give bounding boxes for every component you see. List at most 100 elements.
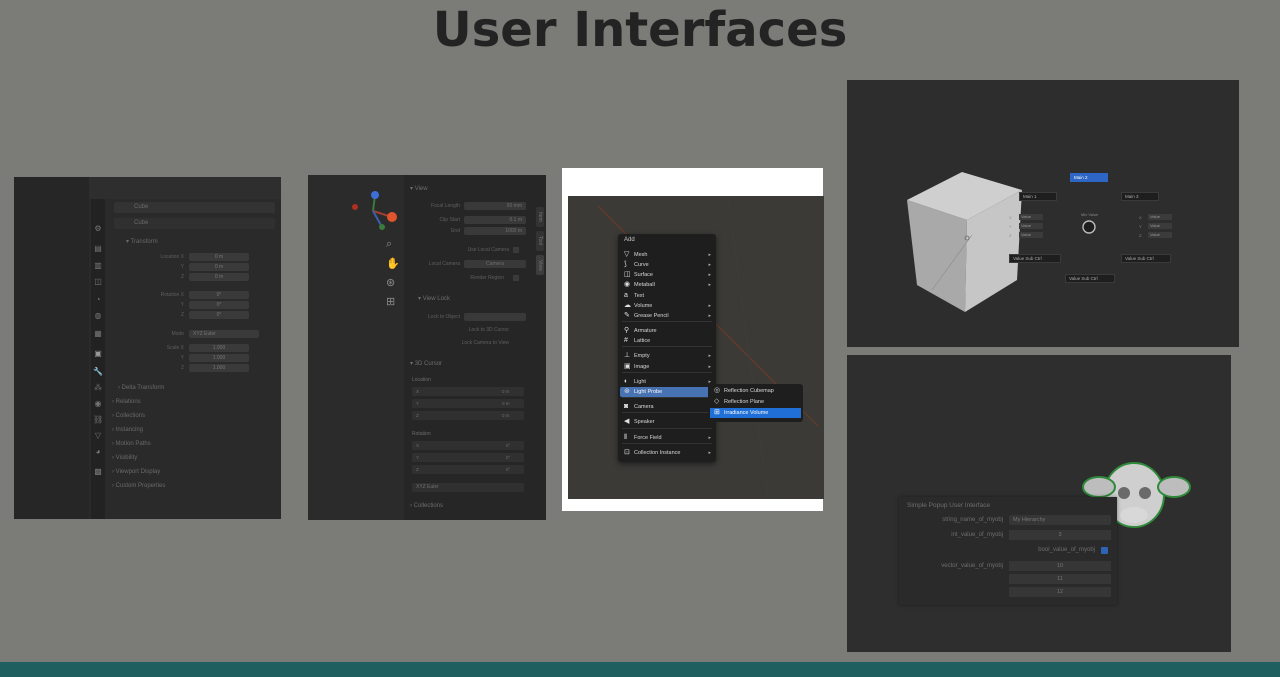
menu-item-metaball[interactable]: ◉ Metaball ▸: [620, 280, 714, 290]
menu-item-empty[interactable]: ⊥ Empty ▸: [620, 351, 714, 361]
location-y-field[interactable]: 0 m: [189, 263, 249, 271]
tab-tool[interactable]: Tool: [536, 231, 544, 251]
string-field[interactable]: My Hierarchy: [1009, 515, 1111, 525]
rotation-mode-select[interactable]: XYZ Euler: [189, 330, 259, 338]
bool-checkbox[interactable]: [1101, 547, 1108, 554]
rotation-x-field[interactable]: 0°: [189, 291, 249, 299]
cursor-rotation-mode-select[interactable]: XYZ Euler: [412, 483, 524, 492]
viewport-display-section[interactable]: › Viewport Display: [112, 469, 160, 475]
submenu-item-label: Irradiance Volume: [724, 410, 769, 416]
tab-item[interactable]: Item: [536, 207, 544, 227]
node-bottom-right[interactable]: Value Sub Ctrl: [1121, 254, 1171, 263]
menu-item-label: Light Probe: [634, 389, 663, 395]
view-lock-section[interactable]: ▾ View Lock: [418, 295, 450, 302]
vector-y-field[interactable]: 11: [1009, 574, 1111, 584]
local-camera-field[interactable]: Camera: [464, 260, 526, 268]
particles-tab-icon[interactable]: ⁂: [93, 383, 103, 392]
clip-end-field[interactable]: 1000 m: [464, 227, 526, 235]
collections-section[interactable]: › Collections: [410, 503, 443, 509]
relations-section[interactable]: › Relations: [112, 399, 141, 405]
data-tab-icon[interactable]: ▽: [93, 431, 103, 440]
submenu-item-reflection-cubemap[interactable]: ◎ Reflection Cubemap: [710, 386, 801, 396]
menu-item-light[interactable]: ◐ Light ▸: [620, 377, 714, 387]
rotation-y-field[interactable]: 0°: [189, 301, 249, 309]
use-local-camera-checkbox[interactable]: [513, 247, 519, 253]
menu-item-camera[interactable]: ◙ Camera: [620, 402, 714, 412]
irradiance-icon: ⊞: [714, 409, 720, 416]
node-main-2[interactable]: Main 2: [1070, 173, 1108, 182]
transform-section[interactable]: ▾ Transform: [126, 238, 158, 245]
mix-value-knob[interactable]: [1081, 219, 1097, 235]
view-layer-tab-icon[interactable]: ◫: [93, 277, 103, 286]
submenu-item-reflection-plane[interactable]: ◇ Reflection Plane: [710, 397, 801, 407]
menu-item-volume[interactable]: ☁ Volume ▸: [620, 301, 714, 311]
delta-transform-section[interactable]: › Delta Transform: [118, 385, 164, 391]
menu-item-text[interactable]: a Text: [620, 291, 714, 301]
submenu-item-label: Reflection Plane: [724, 399, 765, 405]
collection-tab-icon[interactable]: ▦: [93, 329, 103, 338]
modifier-tab-icon[interactable]: 🔧: [93, 367, 103, 376]
menu-item-speaker[interactable]: ◀ Speaker: [620, 417, 714, 427]
tab-view[interactable]: View: [536, 255, 544, 275]
menu-item-light-probe[interactable]: ⊛Light Probe▸: [620, 387, 714, 397]
render-region-checkbox[interactable]: [513, 275, 519, 281]
node-main-1[interactable]: Main 1: [1019, 192, 1057, 201]
right-value-z[interactable]: Value: [1148, 232, 1172, 238]
menu-item-force-field[interactable]: ⦀ Force Field ▸: [620, 433, 714, 443]
navigation-gizmo[interactable]: [348, 189, 398, 234]
3d-cursor-section[interactable]: ▾ 3D Cursor: [410, 360, 442, 367]
node-main-3[interactable]: Main 3: [1121, 192, 1159, 201]
object-tab-icon[interactable]: ▣: [93, 349, 103, 358]
camera-view-icon[interactable]: ⊛: [386, 276, 395, 289]
visibility-section[interactable]: › Visibility: [112, 455, 137, 461]
menu-item-armature[interactable]: ⚲ Armature: [620, 326, 714, 336]
constraints-tab-icon[interactable]: ⛓: [93, 415, 103, 424]
menu-item-curve[interactable]: ⟆ Curve ▸: [620, 260, 714, 270]
render-tab-icon[interactable]: ▤: [93, 244, 103, 253]
view-section[interactable]: ▾ View: [410, 185, 428, 192]
world-tab-icon[interactable]: ◍: [93, 311, 103, 320]
submenu-item-irradiance-volume[interactable]: ⊞ Irradiance Volume: [710, 408, 801, 418]
object-name-field[interactable]: Cube: [114, 202, 275, 213]
location-x-field[interactable]: 0 m: [189, 253, 249, 261]
left-value-x[interactable]: Value: [1019, 214, 1043, 220]
submenu-arrow-icon: ▸: [708, 353, 711, 359]
vector-x-field[interactable]: 10: [1009, 561, 1111, 571]
node-bottom-left[interactable]: Value Sub Ctrl: [1009, 254, 1061, 263]
int-field[interactable]: 3: [1009, 530, 1111, 540]
texture-tab-icon[interactable]: ▩: [93, 467, 103, 476]
left-value-y[interactable]: Value: [1019, 223, 1043, 229]
right-value-y[interactable]: Value: [1148, 223, 1172, 229]
output-tab-icon[interactable]: ▥: [93, 261, 103, 270]
lock-to-object-field[interactable]: [464, 313, 526, 321]
object-data-field[interactable]: Cube: [114, 218, 275, 229]
vector-z-field[interactable]: 12: [1009, 587, 1111, 597]
left-value-z[interactable]: Value: [1019, 232, 1043, 238]
focal-length-field[interactable]: 50 mm: [464, 202, 526, 210]
menu-item-surface[interactable]: ◫ Surface ▸: [620, 270, 714, 280]
instancing-section[interactable]: › Instancing: [112, 427, 143, 433]
custom-properties-section[interactable]: › Custom Properties: [112, 483, 165, 489]
material-tab-icon[interactable]: ◕: [93, 447, 103, 456]
menu-item-mesh[interactable]: ▽ Mesh ▸: [620, 250, 714, 260]
scale-z-field[interactable]: 1.000: [189, 364, 249, 372]
menu-item-collection-instance[interactable]: ⊡ Collection Instance ▸: [620, 448, 714, 458]
scale-x-field[interactable]: 1.000: [189, 344, 249, 352]
collections-section[interactable]: › Collections: [112, 413, 145, 419]
scene-tab-icon[interactable]: ◔: [93, 295, 103, 304]
tool-tab-icon[interactable]: ⚙: [93, 224, 103, 233]
menu-item-image[interactable]: ▣ Image ▸: [620, 362, 714, 372]
zoom-icon[interactable]: ⌕: [386, 238, 392, 251]
motion-paths-section[interactable]: › Motion Paths: [112, 441, 151, 447]
location-z-field[interactable]: 0 m: [189, 273, 249, 281]
menu-item-lattice[interactable]: # Lattice: [620, 336, 714, 346]
rotation-z-field[interactable]: 0°: [189, 311, 249, 319]
right-value-x[interactable]: Value: [1148, 214, 1172, 220]
pan-hand-icon[interactable]: ✋: [386, 257, 400, 270]
node-bottom-center[interactable]: Value Sub Ctrl: [1065, 274, 1115, 283]
ortho-grid-icon[interactable]: ⊞: [386, 295, 395, 308]
scale-y-field[interactable]: 1.000: [189, 354, 249, 362]
physics-tab-icon[interactable]: ◉: [93, 399, 103, 408]
clip-start-field[interactable]: 0.1 m: [464, 216, 526, 224]
menu-item-grease-pencil[interactable]: ✎ Grease Pencil ▸: [620, 311, 714, 321]
